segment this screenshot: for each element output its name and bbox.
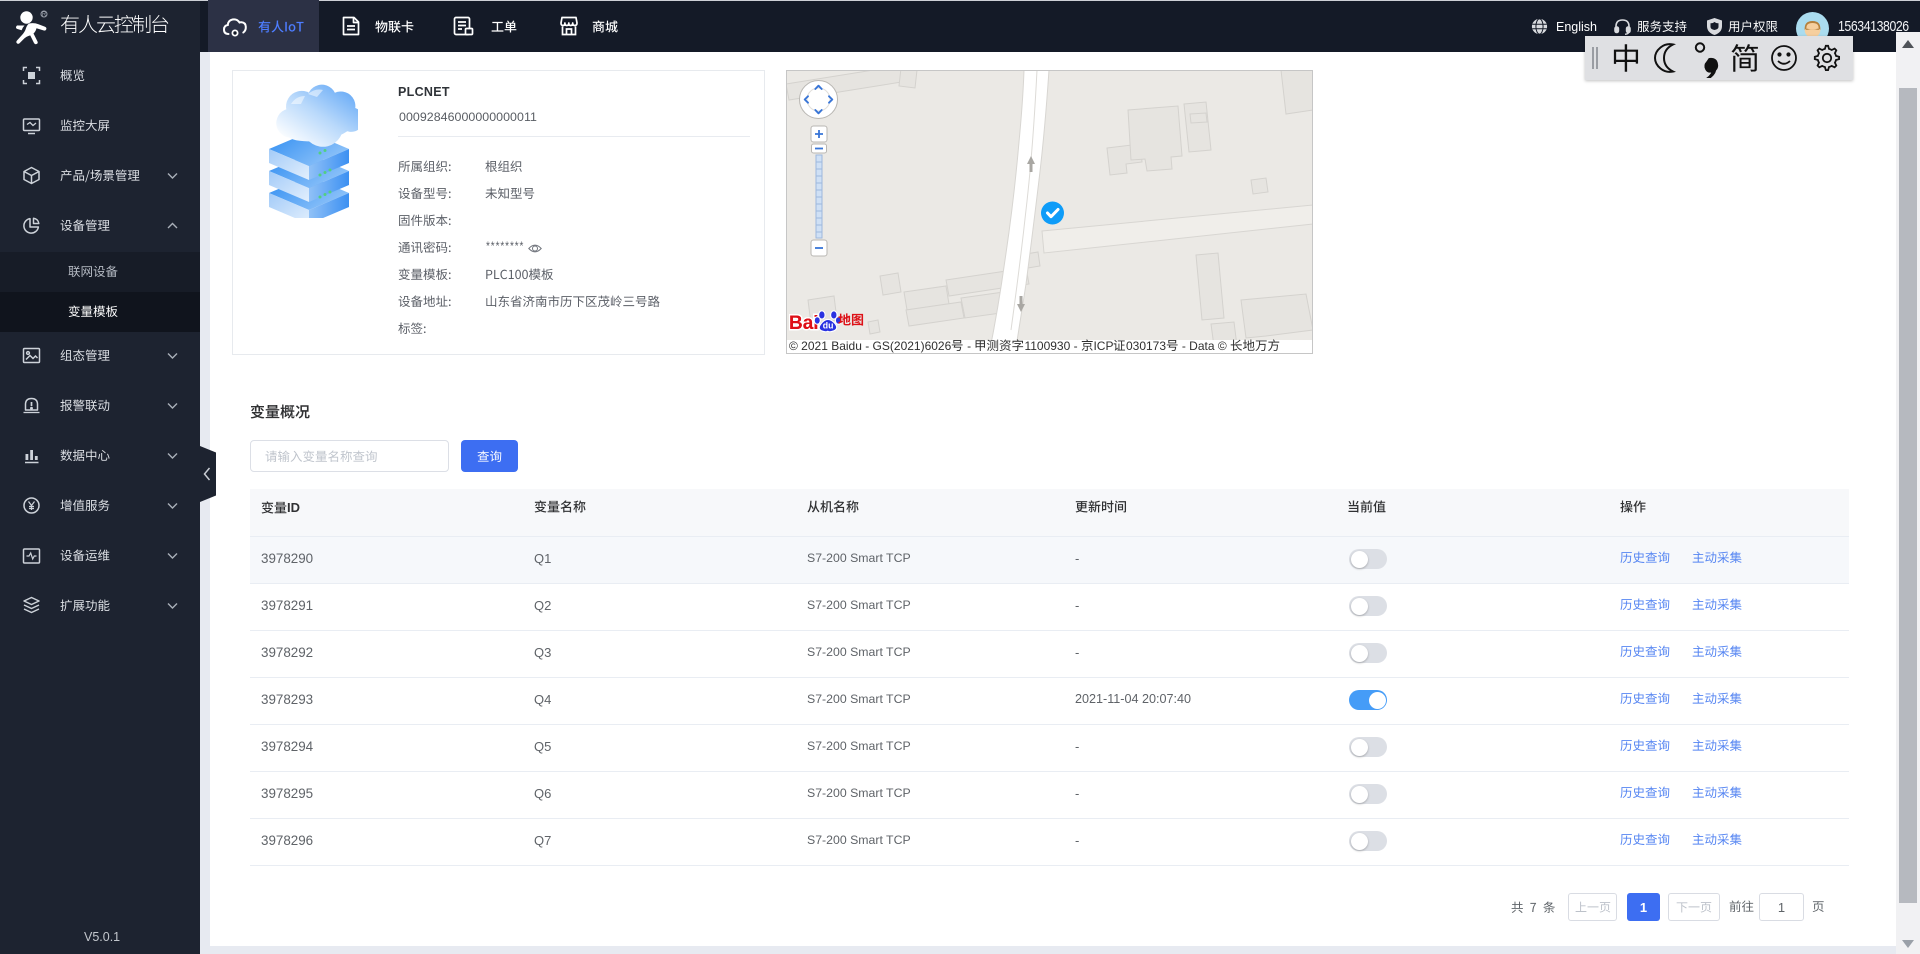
svg-text:Bai: Bai <box>789 313 819 334</box>
svg-text:R: R <box>42 12 47 18</box>
svg-text:du: du <box>823 320 834 330</box>
